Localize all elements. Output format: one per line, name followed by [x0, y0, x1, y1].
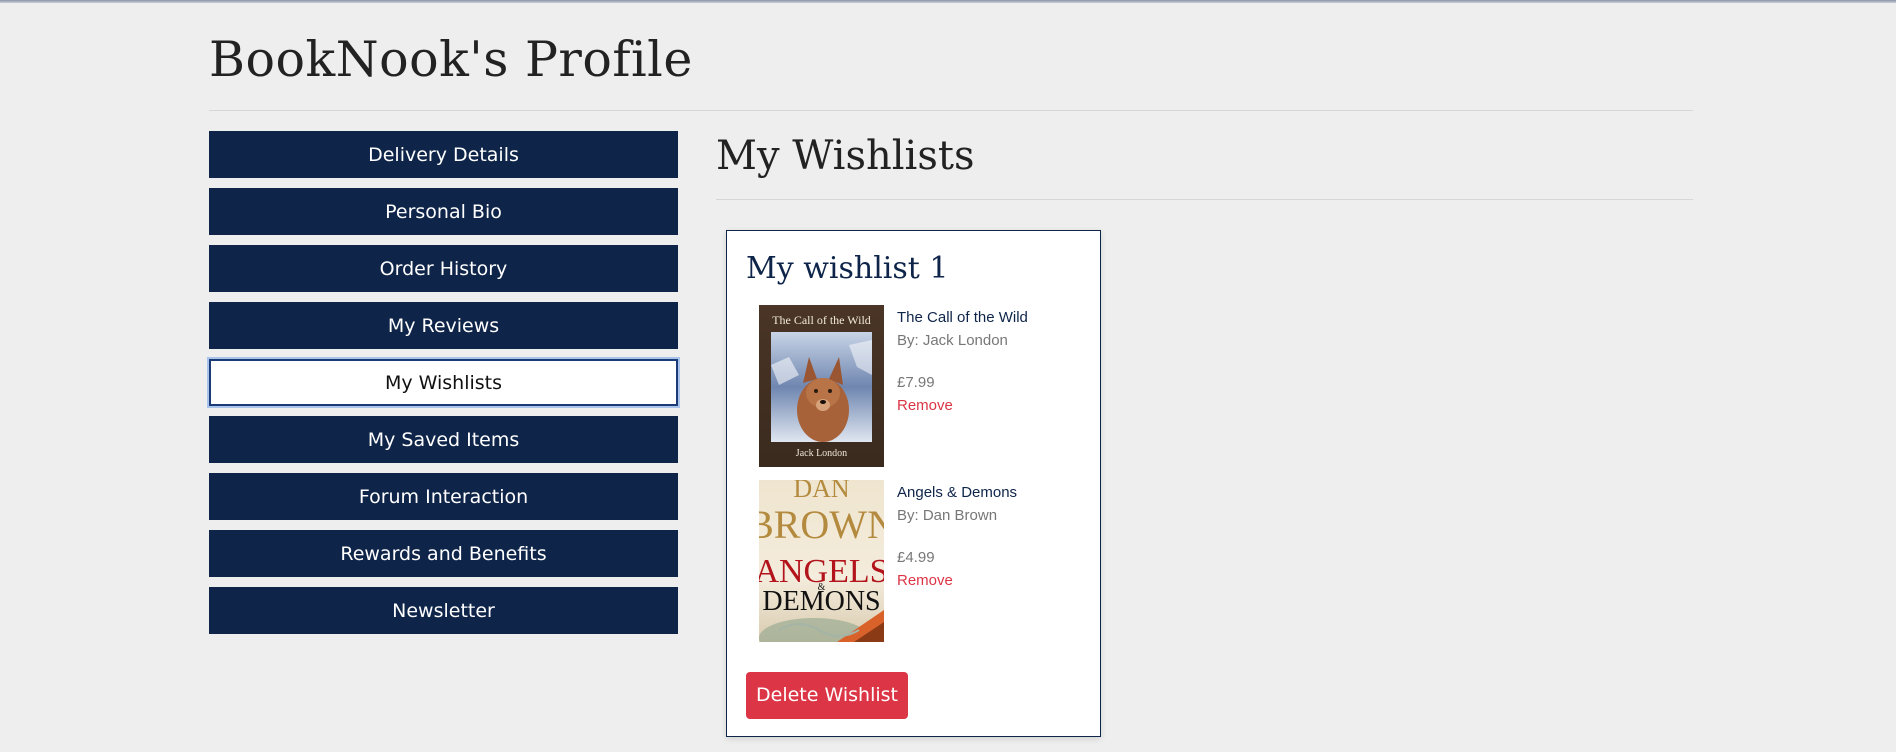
- wishlist-item: The Call of the Wild Jack London The Cal…: [759, 305, 1089, 467]
- remove-book-link[interactable]: Remove: [897, 397, 953, 414]
- svg-text:BROWN: BROWN: [759, 502, 884, 547]
- top-border: [0, 0, 1896, 3]
- section-divider: [716, 199, 1693, 200]
- wishlist-item: DAN BROWN ANGELS & DEMONS Angels & Demon…: [759, 480, 1089, 642]
- sidebar-item-newsletter[interactable]: Newsletter: [209, 587, 678, 634]
- call-of-the-wild-cover: The Call of the Wild Jack London: [759, 305, 884, 467]
- sidebar-item-delivery-details[interactable]: Delivery Details: [209, 131, 678, 178]
- sidebar-item-order-history[interactable]: Order History: [209, 245, 678, 292]
- book-author: By: Jack London: [897, 332, 1008, 349]
- sidebar-item-forum-interaction[interactable]: Forum Interaction: [209, 473, 678, 520]
- delete-wishlist-button[interactable]: Delete Wishlist: [746, 672, 908, 719]
- wishlist-card: My wishlist 1 The Call of the Wild Jack …: [726, 230, 1101, 737]
- wishlist-name: My wishlist 1: [746, 251, 949, 286]
- section-title: My Wishlists: [716, 133, 975, 179]
- book-cover-image[interactable]: DAN BROWN ANGELS & DEMONS: [759, 480, 884, 642]
- angels-and-demons-cover: DAN BROWN ANGELS & DEMONS: [759, 480, 884, 642]
- page-title: BookNook's Profile: [209, 31, 693, 88]
- svg-text:DEMONS: DEMONS: [762, 586, 880, 617]
- sidebar-item-my-saved-items[interactable]: My Saved Items: [209, 416, 678, 463]
- book-cover-image[interactable]: The Call of the Wild Jack London: [759, 305, 884, 467]
- book-price: £7.99: [897, 374, 935, 391]
- svg-text:The Call of the Wild: The Call of the Wild: [772, 313, 871, 327]
- sidebar-item-rewards-and-benefits[interactable]: Rewards and Benefits: [209, 530, 678, 577]
- svg-text:Jack London: Jack London: [796, 448, 847, 459]
- book-price: £4.99: [897, 549, 935, 566]
- sidebar-item-my-wishlists[interactable]: My Wishlists: [209, 359, 678, 406]
- profile-sidebar: Delivery Details Personal Bio Order Hist…: [209, 131, 678, 644]
- book-author: By: Dan Brown: [897, 507, 998, 524]
- header-divider: [209, 110, 1693, 111]
- remove-book-link[interactable]: Remove: [897, 572, 953, 589]
- sidebar-item-personal-bio[interactable]: Personal Bio: [209, 188, 678, 235]
- book-title[interactable]: Angels & Demons: [897, 484, 1017, 501]
- sidebar-item-my-reviews[interactable]: My Reviews: [209, 302, 678, 349]
- book-title[interactable]: The Call of the Wild: [897, 309, 1028, 326]
- svg-text:DAN: DAN: [793, 480, 850, 503]
